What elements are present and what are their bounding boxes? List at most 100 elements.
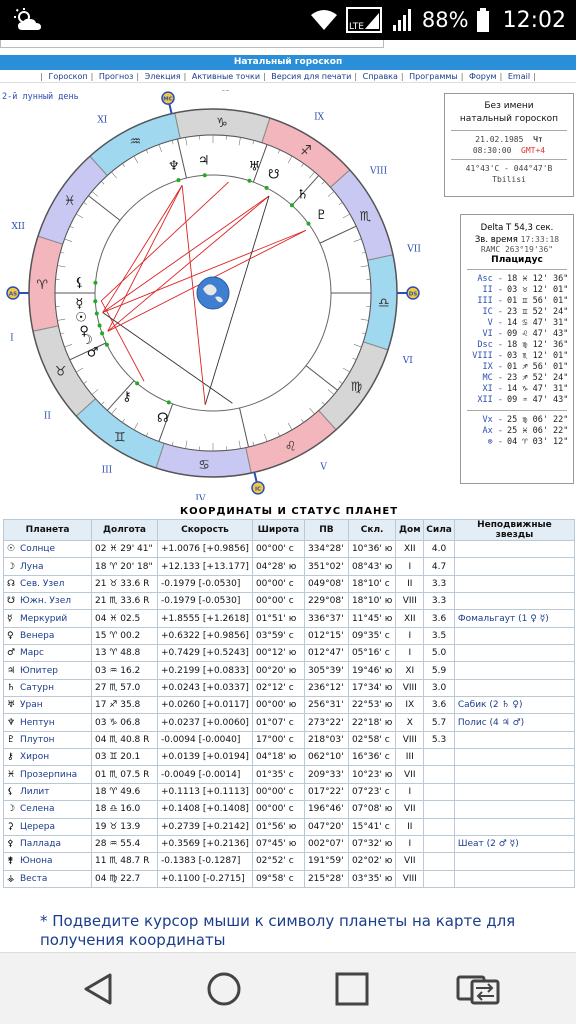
house-number-label: II <box>44 412 52 422</box>
planet-row[interactable]: ♄ Сатурн 27 ♏ 57.0 +0.0243 [+0.0337] 02°12' … <box>3 678 576 698</box>
planet-name: ♄ Сатурн <box>3 678 92 698</box>
birth-time: 08:30:00 <box>472 146 512 155</box>
extra-point-label: Ax - <box>482 426 503 436</box>
house-cusp-label: XI - <box>482 384 503 394</box>
house-cusp-value: 01 ♊ 56' 01" <box>507 296 569 306</box>
planet-house: VII <box>395 852 425 871</box>
planet-name: ♇ Плутон <box>3 730 92 750</box>
extra-point-row-vx: Vx - 25 ♍ 06' 22" <box>461 415 573 426</box>
planet-row[interactable]: ⚷ Хирон 03 ♊ 20.1 +0.0139 [+0.0194] 04°18' ю… <box>3 748 576 767</box>
planet-glyph-icon: ⚳ <box>7 821 14 832</box>
planet-name: ☿ Меркурий <box>3 609 92 628</box>
home-icon[interactable] <box>206 971 242 1007</box>
planet-glyph-icon: ⚸ <box>7 786 14 797</box>
house-number-label: X <box>222 90 229 93</box>
planet-latitude: 00°00' с <box>251 592 305 611</box>
house-cusp-value: 18 ♓ 12' 36" <box>507 274 569 284</box>
planet-name-text: Лилит <box>20 786 50 797</box>
planet-row[interactable]: ♀ Венера 15 ♈ 00.2 +0.6322 [+0.9856] 03°59' … <box>3 626 576 646</box>
status-clock: 12:02 <box>502 7 566 33</box>
planet-row[interactable]: ♇ Плутон 04 ♏ 40.8 R -0.0094 [-0.0040] 17°00… <box>3 730 576 750</box>
planet-glyph-icon: ☿ <box>7 613 13 624</box>
planet-row[interactable]: ♂ Марс 13 ♈ 48.8 +0.7429 [+0.5243] 00°12' ю0… <box>3 644 576 663</box>
planet-row[interactable]: ♓ Прозерпина 01 ♏ 07.5 R -0.0049 [-0.0014] 0… <box>3 765 576 784</box>
nav-link-forum[interactable]: Форум <box>469 72 497 81</box>
sim-signal-icon: LTE <box>345 7 382 33</box>
planet-row[interactable]: ☉ Солнце 02 ♓ 29' 41" +1.0076 [+0.9856] 00°0… <box>3 539 576 559</box>
house-cusp-label: V - <box>487 318 503 328</box>
nav-link-forecast[interactable]: Прогноз <box>99 72 134 81</box>
status-bar: LTE 88% 12:02 <box>0 0 576 40</box>
natal-chart-wheel[interactable]: ♈♉♊♋♌♍♎♏♐♑♒♓IIIIIIIVVVIVIIVIIIIXXXIXIIAS… <box>0 90 440 500</box>
planet-longitude: 03 ♊ 20.1 <box>91 748 158 767</box>
planet-house: II <box>395 574 425 594</box>
house-cusp-row: VIII - 03 ♏ 12' 01" <box>461 351 573 362</box>
planet-name: ⚴ Паллада <box>3 834 92 854</box>
planet-marker-icon: ♀ <box>79 324 89 339</box>
planet-row[interactable]: ☿ Меркурий 04 ♓ 02.5 +1.8555 [+1.2618] 01°51… <box>3 609 576 628</box>
planet-name-text: Прозерпина <box>20 769 78 780</box>
planet-longitude: 03 ♑ 06.8 <box>91 713 158 732</box>
planet-row[interactable]: ☋ Южн. Узел 21 ♏ 33.6 R -0.1979 [-0.0530] 00… <box>3 592 576 611</box>
planet-row[interactable]: ⚴ Паллада 28 ♒ 55.4 +0.3569 [+0.2136] 07°45'… <box>3 834 576 854</box>
screen-switch-icon[interactable] <box>456 971 500 1007</box>
nav-link-active-points[interactable]: Активные точки <box>192 72 260 81</box>
planet-marker-icon: ☊ <box>157 411 169 426</box>
planet-name-text: Юпитер <box>20 665 58 676</box>
planet-latitude: 00°12' ю <box>251 644 305 663</box>
house-number-label: VIII <box>369 166 388 176</box>
back-icon[interactable] <box>80 971 116 1007</box>
planet-position-dot <box>247 178 252 183</box>
nav-link-election[interactable]: Элекция <box>145 72 181 81</box>
planet-speed: +1.0076 [+0.9856] <box>157 539 253 559</box>
zodiac-sign-glyph-icon: ♎ <box>378 296 390 311</box>
extra-point-value: 04 ♈ 03' 12" <box>507 437 569 447</box>
planet-row[interactable]: ⚳ Церера 19 ♉ 13.9 +0.2739 [+0.2142] 01°56' … <box>3 817 576 836</box>
table-title: КООРДИНАТЫ И СТАТУС ПЛАНЕТ <box>179 506 399 517</box>
planet-row[interactable]: ♃ Юпитер 03 ♒ 16.2 +0.2199 [+0.0833] 00°20' … <box>3 661 576 680</box>
planet-power: 5.3 <box>423 730 455 750</box>
battery-percent: 88% <box>421 8 469 32</box>
zodiac-sign-glyph-icon: ♉ <box>55 365 67 380</box>
axis-marker-label: DS <box>409 292 418 298</box>
planet-glyph-icon: ♇ <box>7 734 16 745</box>
house-system: Плацидус <box>491 255 543 265</box>
planet-longitude: 17 ♐ 35.8 <box>91 696 158 715</box>
planet-longitude: 21 ♉ 33.6 R <box>91 574 158 594</box>
planet-row[interactable]: ☽ Селена 18 ♎ 16.0 +0.1408 [+0.1408] 00°00' … <box>3 800 576 819</box>
nav-link-email[interactable]: Email <box>508 72 530 81</box>
nav-link-print-version[interactable]: Версия для печати <box>271 72 351 81</box>
hint-note: * Подведите курсор мыши к символу планет… <box>40 912 516 949</box>
nav-link-programs[interactable]: Программы <box>409 72 458 81</box>
house-cusp-row: VI - 09 ♌ 47' 43" <box>461 329 573 340</box>
planet-row[interactable]: ♆ Нептун 03 ♑ 06.8 +0.0237 [+0.0060] 01°07' … <box>3 713 576 732</box>
planet-latitude: 01°56' ю <box>251 817 305 836</box>
planet-declination: 10°23' ю <box>347 765 397 784</box>
planet-glyph-icon: ♓ <box>7 769 16 780</box>
planet-longitude: 13 ♈ 48.8 <box>91 644 158 663</box>
col-house: Дом <box>395 519 425 541</box>
planet-glyph-icon: ☽ <box>7 804 16 815</box>
nav-link-help[interactable]: Справка <box>363 72 398 81</box>
planet-speed: +1.8555 [+1.2618] <box>157 609 253 628</box>
planet-row[interactable]: ⚸ Лилит 18 ♈ 49.6 +0.1113 [+0.1113] 00°00' с… <box>3 782 576 802</box>
planet-latitude: 02°52' с <box>251 852 305 871</box>
col-pv: ПВ <box>303 519 349 541</box>
planet-row[interactable]: ☊ Сев. Узел 21 ♉ 33.6 R -0.1979 [-0.0530] 00… <box>3 574 576 594</box>
planet-row[interactable]: ⚶ Веста 04 ♍ 22.7 +0.1100 [-0.2715] 09°58' с… <box>3 869 576 888</box>
house-cusp-label: VI - <box>482 329 503 339</box>
nav-link-horoscope[interactable]: Гороскоп <box>48 72 87 81</box>
planet-fixed-stars <box>453 782 576 802</box>
planet-row[interactable]: ♅ Уран 17 ♐ 35.8 +0.0260 [+0.0117] 00°00' ю2… <box>3 696 576 715</box>
planet-name: ♓ Прозерпина <box>3 765 92 784</box>
planet-house: XII <box>395 609 425 628</box>
planet-row[interactable]: ⚵ Юнона 11 ♏ 48.7 R -0.1383 [-0.1287] 02°52'… <box>3 852 576 871</box>
planet-latitude: 00°00' с <box>251 800 305 819</box>
planet-row[interactable]: ☽ Луна 18 ♈ 20' 18" +12.133 [+13.177] 04°28'… <box>3 557 576 576</box>
planet-name-text: Плутон <box>20 734 55 745</box>
recents-icon[interactable] <box>334 971 370 1007</box>
planet-power: 5.0 <box>423 644 455 663</box>
planet-house: II <box>395 817 425 836</box>
ramc: RAMC 263°19'36" <box>480 245 554 254</box>
planet-pv: 236°12' <box>303 678 349 698</box>
